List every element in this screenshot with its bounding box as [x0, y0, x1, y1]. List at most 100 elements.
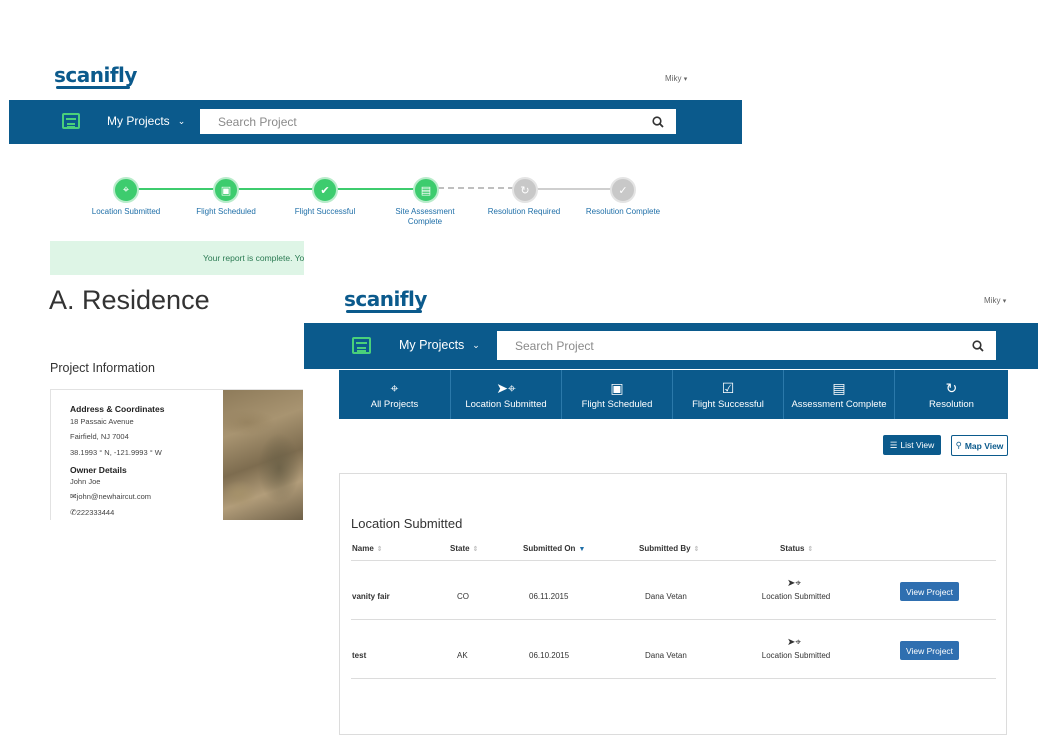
check-doc-icon: ✓ — [618, 184, 628, 197]
page-title: A. Residence — [49, 285, 210, 315]
column-label: State — [450, 544, 470, 553]
success-banner: Your report is complete. Yo — [50, 241, 304, 275]
step-label: Resolution Required — [487, 207, 561, 216]
column-label: Name — [352, 544, 374, 553]
sort-icon: ⇕ — [807, 546, 814, 553]
tab-location-submitted[interactable]: ➤⌖ Location Submitted — [451, 370, 562, 419]
chevron-down-icon: ⌄ — [177, 115, 186, 126]
progress-line-dashed — [438, 187, 514, 189]
table-row: test AK 06.10.2015 Dana Vetan ➤⌖ Locatio… — [340, 620, 1006, 678]
refresh-doc-icon: ↻ — [945, 379, 958, 396]
column-header-status[interactable]: Status ⇕ — [780, 544, 813, 553]
project-info-card: Address & Coordinates 18 Passaic Avenue … — [50, 389, 303, 520]
calendar-icon: ▣ — [220, 184, 232, 197]
calendar-check-icon: ☑ — [721, 379, 735, 396]
list-icon: ☰ — [889, 439, 898, 450]
step-label: Site Assessment Complete — [395, 207, 455, 226]
search-placeholder: Search Project — [515, 338, 594, 353]
tab-all-projects[interactable]: ⌖ All Projects — [339, 370, 451, 419]
sort-icon: ⇕ — [376, 546, 383, 553]
step-label: Flight Successful — [294, 207, 356, 216]
document-icon: ▤ — [832, 379, 846, 396]
user-name: Miky — [984, 296, 1001, 305]
apps-icon[interactable] — [62, 113, 80, 129]
envelope-icon: ✉ — [70, 492, 77, 501]
owner-email[interactable]: ✉john@newhaircut.com — [70, 492, 151, 501]
column-label: Status — [780, 544, 805, 553]
location-pin-icon: ➤⌖ — [787, 637, 802, 648]
list-view-button[interactable]: ☰ List View — [883, 435, 941, 455]
tab-label: All Projects — [370, 398, 419, 410]
step-resolution-complete: ✓ — [610, 177, 636, 203]
satellite-image — [223, 390, 303, 520]
list-view-label: List View — [900, 440, 935, 450]
row-status: Location Submitted — [761, 592, 831, 601]
row-submitted-on: 06.11.2015 — [529, 592, 569, 601]
location-pin-icon: ⌖ — [122, 183, 130, 196]
filter-tabs: ⌖ All Projects ➤⌖ Location Submitted ▣ F… — [339, 370, 1008, 419]
search-placeholder: Search Project — [218, 114, 297, 129]
phone-icon: ✆ — [70, 508, 77, 517]
user-menu[interactable]: Miky ▾ — [984, 296, 1006, 305]
apps-icon[interactable] — [352, 337, 371, 354]
progress-line-pending — [536, 188, 612, 190]
column-header-submitted-on[interactable]: Submitted On ▼ — [523, 544, 585, 553]
column-header-state[interactable]: State ⇕ — [450, 544, 478, 553]
my-projects-label: My Projects — [399, 338, 465, 352]
phone-text: 222333444 — [76, 508, 115, 517]
search-icon[interactable] — [652, 115, 664, 128]
projects-panel: Location Submitted Name ⇕ State ⇕ Submitte… — [339, 473, 1007, 735]
sort-icon: ⇕ — [693, 546, 700, 553]
view-project-button[interactable]: View Project — [900, 641, 959, 660]
step-label: Resolution Complete — [585, 207, 661, 216]
user-name: Miky — [665, 74, 682, 83]
row-submitted-by: Dana Vetan — [645, 651, 687, 660]
view-project-button[interactable]: View Project — [900, 582, 959, 601]
step-resolution-required: ↻ — [512, 177, 538, 203]
step-label: Location Submitted — [91, 207, 161, 216]
table-row: vanity fair CO 06.11.2015 Dana Vetan ➤⌖ … — [340, 561, 1006, 619]
document-icon: ▤ — [420, 184, 432, 197]
city-address: Fairfield, NJ 7004 — [70, 432, 129, 441]
tab-assessment-complete[interactable]: ▤ Assessment Complete — [784, 370, 895, 419]
calendar-check-icon: ✔ — [320, 184, 330, 197]
row-submitted-on: 06.10.2015 — [529, 651, 570, 660]
progress-line — [138, 188, 416, 190]
location-pin-icon: ➤⌖ — [496, 379, 516, 396]
logo-swoosh — [346, 310, 422, 313]
user-menu[interactable]: Miky ▾ — [665, 74, 687, 83]
search-input[interactable]: Search Project — [200, 109, 676, 134]
row-status: Location Submitted — [761, 651, 831, 660]
owner-heading: Owner Details — [70, 465, 127, 475]
calendar-icon: ▣ — [610, 379, 624, 396]
tab-flight-scheduled[interactable]: ▣ Flight Scheduled — [562, 370, 673, 419]
row-name: test — [352, 651, 367, 660]
column-header-name[interactable]: Name ⇕ — [352, 544, 383, 553]
my-projects-dropdown[interactable]: My Projects ⌄ — [107, 114, 185, 128]
map-pin-icon: ⌖ — [390, 379, 399, 396]
search-icon[interactable] — [972, 339, 984, 352]
refresh-doc-icon: ↻ — [520, 184, 530, 197]
tab-resolution[interactable]: ↻ Resolution — [895, 370, 1008, 419]
search-input[interactable]: Search Project — [497, 331, 996, 360]
column-header-submitted-by[interactable]: Submitted By ⇕ — [639, 544, 699, 553]
step-location-submitted: ⌖ — [113, 177, 139, 203]
step-site-assessment: ▤ — [413, 177, 439, 203]
brand-logo[interactable]: scanifly — [54, 63, 137, 87]
table-title: Location Submitted — [351, 516, 463, 531]
row-submitted-by: Dana Vetan — [645, 592, 687, 601]
brand-logo[interactable]: scanifly — [344, 287, 427, 311]
tab-label: Flight Scheduled — [581, 398, 653, 410]
owner-name: John Joe — [70, 477, 101, 486]
my-projects-dropdown[interactable]: My Projects ⌄ — [399, 338, 480, 352]
map-view-button[interactable]: ⚲ Map View — [951, 435, 1008, 456]
tab-flight-successful[interactable]: ☑ Flight Successful — [673, 370, 784, 419]
row-name: vanity fair — [352, 592, 390, 601]
map-view-label: Map View — [964, 440, 1004, 451]
step-flight-scheduled: ▣ — [213, 177, 239, 203]
row-state: CO — [457, 592, 469, 601]
owner-phone: ✆222333444 — [70, 508, 114, 517]
chevron-down-icon: ▾ — [1002, 298, 1007, 305]
street-address: 18 Passaic Avenue — [70, 417, 134, 426]
tab-label: Assessment Complete — [791, 398, 887, 410]
